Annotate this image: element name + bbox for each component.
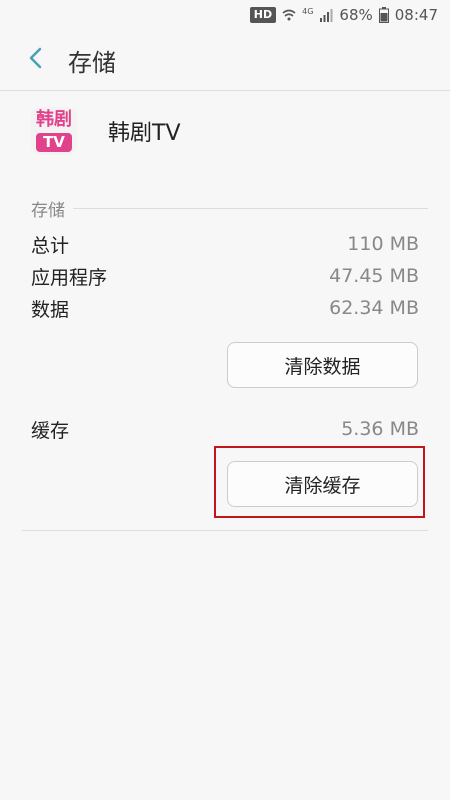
row-label: 总计 bbox=[31, 234, 70, 257]
row-value: 47.45 MB bbox=[329, 265, 419, 287]
storage-row-app: 应用程序 47.45 MB bbox=[31, 261, 419, 291]
clock: 08:47 bbox=[394, 6, 438, 24]
signal-icon bbox=[319, 8, 333, 22]
storage-row-total: 总计 110 MB bbox=[31, 229, 419, 259]
row-value: 110 MB bbox=[347, 233, 419, 255]
storage-section-header: 存储 bbox=[31, 197, 428, 221]
section-title: 存储 bbox=[31, 200, 65, 221]
header: 存储 bbox=[0, 30, 450, 90]
app-icon-text-bottom: TV bbox=[36, 133, 72, 152]
clear-cache-button[interactable]: 清除缓存 bbox=[227, 461, 418, 507]
cache-label: 缓存 bbox=[31, 419, 70, 442]
storage-row-data: 数据 62.34 MB bbox=[31, 293, 419, 323]
row-value: 62.34 MB bbox=[329, 297, 419, 319]
row-label: 数据 bbox=[31, 298, 70, 321]
app-info: 韩剧 TV 韩剧TV bbox=[31, 106, 181, 156]
header-divider bbox=[0, 90, 450, 91]
app-icon: 韩剧 TV bbox=[31, 107, 77, 155]
cache-row: 缓存 5.36 MB bbox=[31, 414, 419, 444]
back-arrow-icon bbox=[28, 46, 44, 74]
battery-percent: 68% bbox=[339, 6, 373, 24]
row-label: 应用程序 bbox=[31, 266, 108, 289]
battery-icon bbox=[378, 7, 389, 23]
wifi-icon bbox=[282, 8, 296, 22]
app-icon-text-top: 韩剧 bbox=[36, 109, 72, 130]
page-title: 存储 bbox=[68, 48, 116, 77]
bottom-divider bbox=[22, 530, 428, 531]
cache-value: 5.36 MB bbox=[341, 418, 419, 440]
clear-data-button[interactable]: 清除数据 bbox=[227, 342, 418, 388]
hd-badge: HD bbox=[249, 7, 277, 23]
section-divider bbox=[73, 207, 428, 209]
network-type-label: 4G bbox=[302, 6, 314, 16]
status-bar: HD 4G 68% 08:47 bbox=[0, 0, 450, 30]
back-button[interactable] bbox=[16, 40, 56, 80]
app-name: 韩剧TV bbox=[108, 121, 181, 146]
